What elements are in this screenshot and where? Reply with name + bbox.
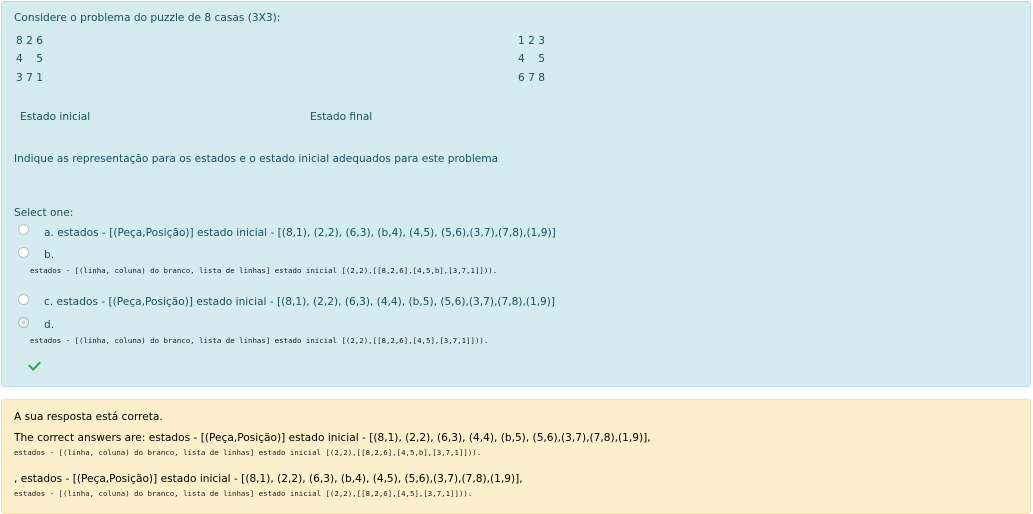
option-b-radio[interactable] [18, 247, 29, 258]
feedback-answer-1: The correct answers are: estados - [(Peç… [14, 432, 651, 444]
question-prompt: Indique as representação para os estados… [14, 153, 499, 165]
option-c-radio[interactable] [18, 294, 29, 305]
initial-row-1: 8 2 6 [16, 35, 43, 47]
question-intro: Considere o problema do puzzle de 8 casa… [14, 12, 281, 24]
question-panel [1, 1, 1031, 387]
final-row-3: 6 7 8 [518, 72, 545, 84]
option-d-label[interactable]: d. [44, 318, 54, 332]
initial-row-3: 3 7 1 [16, 72, 43, 84]
final-row-2: 4 5 [518, 53, 545, 65]
option-c-label[interactable]: c. estados - [(Peça,Posição)] estado ini… [44, 295, 555, 309]
feedback-answer-2-detail: estados - [(linha, coluna) do branco, li… [14, 489, 473, 498]
option-a-label[interactable]: a. estados - [(Peça,Posição)] estado ini… [44, 226, 556, 240]
select-one-label: Select one: [14, 207, 74, 219]
initial-row-2: 4 5 [16, 53, 43, 65]
feedback-answer-1-detail: estados - [(linha, coluna) do branco, li… [14, 448, 482, 457]
final-row-1: 1 2 3 [518, 35, 545, 47]
option-a-radio[interactable] [18, 224, 29, 235]
option-d-detail: estados - [(linha, coluna) do branco, li… [30, 336, 489, 345]
initial-state-label: Estado inicial [20, 111, 91, 123]
feedback-status: A sua resposta está correta. [14, 411, 163, 423]
final-state-label: Estado final [310, 111, 373, 123]
option-b-detail: estados - [(linha, coluna) do branco, li… [30, 266, 498, 275]
option-b-label[interactable]: b. [44, 248, 54, 262]
feedback-answer-2: , estados - [(Peça,Posição)] estado inic… [14, 473, 523, 485]
option-d-radio[interactable] [18, 317, 29, 328]
